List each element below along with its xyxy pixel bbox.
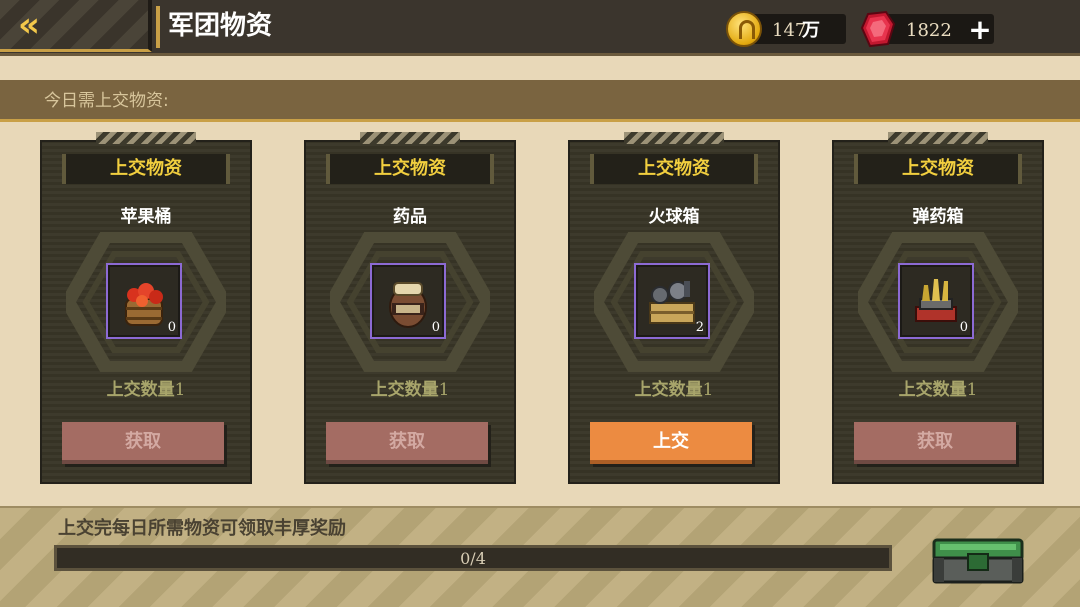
submit-quantity-label: 上交数量 <box>106 380 175 400</box>
card-header-text: 上交物资 <box>374 158 446 179</box>
ammo-box-icon <box>915 279 957 322</box>
apple-barrel-icon <box>125 283 163 326</box>
supply-card: 上交物资 弹药箱 0 上交数量1 获取 <box>832 132 1044 484</box>
gold-unit: 万 <box>802 20 820 41</box>
double-chevron-left-icon: « <box>18 5 40 45</box>
item-slot[interactable]: 2 <box>634 263 710 339</box>
submit-quantity-value: 1 <box>966 380 978 400</box>
submit-quantity-value: 1 <box>438 380 450 400</box>
item-name: 火球箱 <box>648 207 700 227</box>
supply-card: 上交物资 药品 0 上交数量1 获取 <box>304 132 516 484</box>
submit-quantity-label: 上交数量 <box>898 380 967 400</box>
submit-quantity-label: 上交数量 <box>634 380 703 400</box>
banner-text: 今日需上交物资: <box>44 91 169 111</box>
back-button[interactable]: « <box>0 0 152 52</box>
supply-card: 上交物资 火球箱 2 上交数量1 上交 <box>568 132 780 484</box>
card-header-text: 上交物资 <box>638 158 710 179</box>
page-title: 军团物资 <box>168 11 273 41</box>
reward-hint: 上交完每日所需物资可领取丰厚奖励 <box>58 518 346 539</box>
card-header-text: 上交物资 <box>902 158 974 179</box>
action-button-label: 上交 <box>653 431 689 452</box>
submit-quantity: 上交数量1 <box>40 379 252 401</box>
submit-quantity: 上交数量1 <box>832 379 1044 401</box>
supply-card: 上交物资 苹果桶 0 上交数量1 获取 <box>40 132 252 484</box>
item-count: 0 <box>959 320 968 335</box>
card-notch <box>96 132 196 144</box>
title-divider <box>156 6 160 48</box>
add-gems-button[interactable]: + <box>968 16 992 44</box>
fireball-crate-icon <box>649 281 695 324</box>
obtain-button[interactable]: 获取 <box>326 422 488 464</box>
card-header: 上交物资 <box>590 154 758 184</box>
progress-bar: 0/4 <box>54 545 892 571</box>
action-button-label: 获取 <box>125 431 161 452</box>
card-header: 上交物资 <box>854 154 1022 184</box>
item-slot[interactable]: 0 <box>898 263 974 339</box>
submit-quantity-value: 1 <box>702 380 714 400</box>
obtain-button[interactable]: 获取 <box>62 422 224 464</box>
item-count: 2 <box>695 320 704 335</box>
obtain-button[interactable]: 获取 <box>854 422 1016 464</box>
submit-button[interactable]: 上交 <box>590 422 752 464</box>
item-name: 苹果桶 <box>120 207 172 227</box>
submit-quantity-value: 1 <box>174 380 186 400</box>
submit-quantity-label: 上交数量 <box>370 380 439 400</box>
action-button-label: 获取 <box>917 431 953 452</box>
item-slot[interactable]: 0 <box>370 263 446 339</box>
item-count: 0 <box>431 320 440 335</box>
card-header: 上交物资 <box>62 154 230 184</box>
item-count: 0 <box>167 320 176 335</box>
card-notch <box>360 132 460 144</box>
card-notch <box>888 132 988 144</box>
submit-quantity: 上交数量1 <box>568 379 780 401</box>
red-gem-icon <box>860 10 896 48</box>
submit-quantity: 上交数量1 <box>304 379 516 401</box>
item-name: 弹药箱 <box>912 207 964 227</box>
card-header-text: 上交物资 <box>110 158 182 179</box>
item-slot[interactable]: 0 <box>106 263 182 339</box>
daily-banner: 今日需上交物资: <box>0 80 1080 122</box>
item-name: 药品 <box>393 207 427 227</box>
card-header: 上交物资 <box>326 154 494 184</box>
action-button-label: 获取 <box>389 431 425 452</box>
progress-text: 0/4 <box>460 549 486 568</box>
medicine-jar-icon <box>389 282 427 328</box>
gold-coin-icon <box>726 11 762 47</box>
reward-chest-icon[interactable] <box>928 530 1028 584</box>
card-notch <box>624 132 724 144</box>
gem-value: 1822 <box>906 20 952 41</box>
